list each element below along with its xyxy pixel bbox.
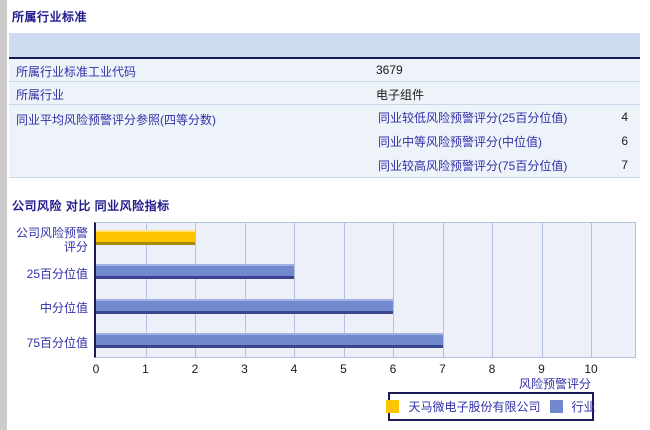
gridline — [591, 223, 592, 357]
x-tick-label: 4 — [290, 362, 298, 376]
subrow-label: 同业中等风险预警评分(中位值) — [378, 134, 542, 149]
bar-25百分位值 — [96, 264, 294, 280]
table-row-peer-scores: 同业平均风险预警评分参照(四等分数) 同业较低风险预警评分(25百分位值) 4 … — [9, 105, 640, 178]
x-tick-label: 6 — [389, 362, 397, 376]
table-row-industry-code: 所属行业标准工业代码 3679 — [9, 59, 640, 82]
section-title-industry-standard: 所属行业标准 — [12, 10, 88, 24]
table-row-industry: 所属行业 电子组件 — [9, 82, 640, 105]
subrow-label: 同业较低风险预警评分(25百分位值) — [378, 110, 568, 125]
gridline — [492, 223, 493, 357]
x-tick-label: 10 — [584, 362, 598, 376]
row-label: 同业平均风险预警评分参照(四等分数) — [16, 113, 216, 127]
x-tick-label: 5 — [340, 362, 347, 376]
legend-swatch-company — [386, 400, 400, 413]
legend-label-company: 天马微电子股份有限公司 — [408, 400, 541, 414]
category-label: 25百分位值 — [26, 267, 88, 282]
x-tick-label: 8 — [488, 362, 496, 376]
section-title-risk-comparison: 公司风险 对比 同业风险指标 — [12, 199, 170, 213]
gridline — [442, 223, 444, 357]
category-label: 中分位值 — [39, 301, 88, 316]
legend-swatch-industry — [549, 400, 563, 413]
subrow-high-risk: 同业较高风险预警评分(75百分位值) 7 — [378, 153, 628, 177]
subrow-low-risk: 同业较低风险预警评分(25百分位值) 4 — [378, 105, 628, 129]
x-tick-label: 9 — [538, 362, 545, 376]
subrow-value: 6 — [621, 134, 628, 148]
subrow-label: 同业较高风险预警评分(75百分位值) — [378, 158, 568, 173]
chart-legend: 天马微电子股份有限公司 行业 — [386, 392, 596, 421]
x-tick-label: 3 — [241, 362, 248, 376]
row-value: 电子组件 — [376, 88, 425, 102]
legend-label-industry: 行业 — [571, 400, 596, 414]
industry-standard-table: 所属行业标准工业代码 3679 所属行业 电子组件 同业平均风险预警评分参照(四… — [9, 33, 640, 178]
bar-company-score — [96, 230, 195, 245]
table-header-band — [9, 33, 640, 59]
bar-chart-plot-area — [94, 222, 636, 358]
bar-中分位值 — [96, 298, 393, 314]
x-tick-label: 7 — [439, 362, 446, 376]
peer-score-subrows: 同业较低风险预警评分(25百分位值) 4 同业中等风险预警评分(中位值) 6 同… — [378, 105, 628, 177]
x-axis-label: 风险预警评分 — [518, 377, 591, 391]
row-label: 所属行业 — [16, 88, 65, 102]
x-tick-label: 2 — [191, 362, 199, 376]
subrow-mid-risk: 同业中等风险预警评分(中位值) 6 — [378, 129, 628, 153]
bar-75百分位值 — [96, 332, 443, 348]
subrow-value: 4 — [621, 110, 628, 124]
x-tick-label: 1 — [142, 362, 149, 376]
row-label: 所属行业标准工业代码 — [16, 65, 137, 79]
row-value: 3679 — [376, 63, 403, 77]
subrow-value: 7 — [621, 158, 628, 172]
x-tick-label: 0 — [92, 362, 100, 376]
category-label: 公司风险预警 评分 — [15, 225, 88, 254]
category-label: 75百分位值 — [26, 335, 88, 350]
window-left-edge — [0, 0, 7, 430]
gridline — [541, 223, 543, 357]
